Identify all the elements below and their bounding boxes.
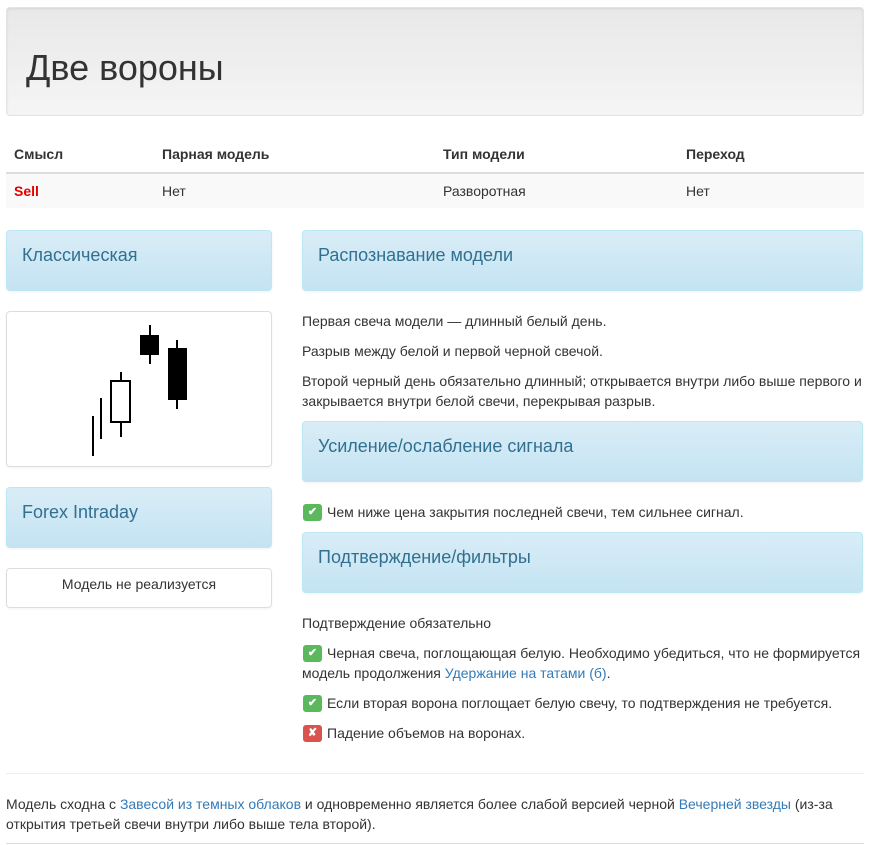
classic-heading-text: Классическая xyxy=(22,245,138,265)
column-header-paired-model: Парная модель xyxy=(154,136,435,174)
confirm-item-3: Падение объемов на воронах. xyxy=(327,725,526,741)
column-header-model-type: Тип модели xyxy=(435,136,678,174)
column-header-meaning: Смысл xyxy=(6,136,154,174)
footer-note: Модель сходна с Завесой из темных облако… xyxy=(6,794,864,834)
confirm-panel-heading: Подтверждение/фильтры xyxy=(302,532,863,593)
footer-text-1: Модель сходна с xyxy=(6,796,120,812)
classic-panel-heading: Классическая xyxy=(6,230,272,291)
forex-note-box: Модель не реализуется xyxy=(6,568,272,608)
forex-note-text: Модель не реализуется xyxy=(61,576,217,592)
divider xyxy=(6,773,864,774)
check-icon: ✔ xyxy=(303,695,322,712)
paired-model-value: Нет xyxy=(154,173,435,208)
confirm-heading-text: Подтверждение/фильтры xyxy=(318,547,531,567)
confirm-item-2: Если вторая ворона поглощает белую свечу… xyxy=(327,695,833,711)
forex-heading-text: Forex Intraday xyxy=(22,502,139,522)
recognition-line-2: Разрыв между белой и первой черной свечо… xyxy=(302,343,603,359)
recognition-line-1: Первая свеча модели — длинный белый день… xyxy=(302,313,607,329)
confirm-item-1-end: . xyxy=(606,665,611,681)
recognition-line-3: Второй черный день обязательно длинный; … xyxy=(302,373,862,409)
model-type-value: Разворотная xyxy=(435,173,678,208)
footer-text-2: и одновременно является более слабой вер… xyxy=(301,796,679,812)
signal-panel-heading: Усиление/ослабление сигнала xyxy=(302,421,863,482)
signal-item-text: Чем ниже цена закрытия последней свечи, … xyxy=(327,504,744,520)
pattern-info-table: Смысл Парная модель Тип модели Переход S… xyxy=(6,136,864,208)
recognition-heading-text: Распознавание модели xyxy=(318,245,514,265)
check-icon: ✔ xyxy=(303,504,322,521)
column-header-transition: Переход xyxy=(678,136,864,174)
recognition-panel-heading: Распознавание модели xyxy=(302,230,863,291)
meaning-value: Sell xyxy=(6,173,154,208)
page-header: Две вороны xyxy=(6,7,864,116)
table-row: Sell Нет Разворотная Нет xyxy=(6,173,864,208)
candlestick-illustration xyxy=(6,311,272,467)
evening-star-link[interactable]: Вечерней звезды xyxy=(679,796,791,812)
candlestick-chart-icon xyxy=(92,325,187,456)
dark-cloud-cover-link[interactable]: Завесой из темных облаков xyxy=(120,796,301,812)
hold-tatami-link[interactable]: Удержание на татами (б) xyxy=(445,665,607,681)
transition-value: Нет xyxy=(678,173,864,208)
forex-panel-heading: Forex Intraday xyxy=(6,487,272,548)
confirm-item-1: Черная свеча, поглощающая белую. Необход… xyxy=(302,643,864,683)
confirm-intro: Подтверждение обязательно xyxy=(302,615,492,631)
cross-icon: ✘ xyxy=(303,725,322,742)
page-title: Две вороны xyxy=(26,47,224,88)
signal-heading-text: Усиление/ослабление сигнала xyxy=(318,436,574,456)
bottom-divider xyxy=(6,843,864,844)
table-header-row: Смысл Парная модель Тип модели Переход xyxy=(6,136,864,174)
